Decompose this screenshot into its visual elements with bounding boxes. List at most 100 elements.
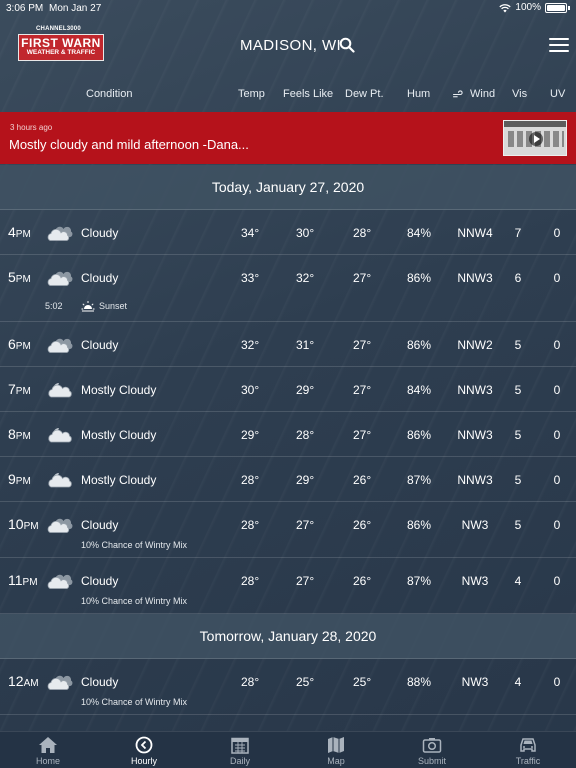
row-hour-number: 10 (8, 516, 24, 532)
row-wind: NNW3 (457, 383, 493, 397)
hourly-row[interactable]: 7PM Mostly Cloudy 30° 29° 27° 84% NNW3 5 0 (0, 367, 576, 412)
play-icon[interactable] (529, 132, 543, 146)
column-uv: UV (550, 88, 566, 100)
thumbnail-header (504, 121, 566, 127)
alert-message: Mostly cloudy and mild afternoon -Dana..… (9, 137, 249, 152)
hamburger-menu-icon[interactable] (549, 38, 569, 54)
map-icon (328, 737, 344, 753)
sunset-icon (81, 301, 95, 312)
row-condition: Cloudy (81, 226, 119, 240)
app-header: CHANNEL3000 FIRST WARN WEATHER & TRAFFIC… (0, 18, 576, 76)
row-hour-ampm: PM (23, 521, 39, 532)
row-feels-like: 29° (296, 383, 315, 397)
row-visibility: 5 (514, 428, 522, 442)
status-right: 100% (499, 2, 570, 13)
row-hour-number: 11 (8, 572, 23, 588)
wifi-icon (499, 3, 512, 12)
cloudy-icon (47, 338, 73, 353)
row-uv: 0 (553, 518, 561, 532)
tab-traffic[interactable]: Traffic (480, 732, 576, 768)
hourly-row[interactable]: 4PM Cloudy 34° 30° 28° 84% NNW4 7 0 (0, 210, 576, 255)
hourly-row[interactable]: 11PM Cloudy 28° 27° 26° 87% NW3 4 0 10% Chance of… (0, 558, 576, 614)
row-hour-ampm: PM (15, 431, 31, 442)
tab-home-label: Home (35, 756, 60, 766)
station-logo[interactable]: CHANNEL3000 FIRST WARN WEATHER & TRAFFIC (18, 26, 104, 64)
row-humidity: 84% (407, 226, 432, 240)
row-temp: 28° (241, 518, 260, 532)
video-thumbnail[interactable] (503, 120, 567, 156)
sunset-info: 5:02 Sunset (45, 301, 127, 312)
tab-home[interactable]: Home (0, 732, 96, 768)
tab-hourly[interactable]: Hourly (96, 732, 192, 768)
row-hour-number: 5 (8, 269, 16, 285)
row-wind: NNW3 (457, 428, 493, 442)
location-title[interactable]: MADISON, WI (240, 37, 341, 54)
row-condition: Mostly Cloudy (81, 473, 157, 487)
cloudy-icon (47, 574, 73, 589)
row-temp: 30° (241, 383, 260, 397)
hourly-row[interactable]: 12AM Cloudy 28° 25° 25° 88% NW3 4 0 10% Chance of… (0, 659, 576, 715)
row-hour-number: 12 (8, 673, 24, 689)
row-condition: Cloudy (81, 574, 119, 588)
search-icon[interactable] (339, 37, 355, 53)
status-date: Mon Jan 27 (49, 3, 102, 14)
tab-hourly-label: Hourly (130, 756, 157, 766)
row-humidity: 88% (407, 675, 432, 689)
day-header-today: Today, January 27, 2020 (0, 165, 576, 210)
alert-timestamp: 3 hours ago (10, 123, 53, 132)
row-hour: 11PM (8, 572, 38, 588)
row-visibility: 5 (514, 383, 522, 397)
row-hour: 7PM (8, 381, 31, 397)
row-hour-number: 8 (8, 426, 16, 442)
row-precip-note: 10% Chance of Wintry Mix (81, 596, 188, 606)
row-hour: 5PM (8, 269, 31, 285)
tab-daily[interactable]: Daily (192, 732, 288, 768)
row-humidity: 86% (407, 428, 432, 442)
row-hour-number: 6 (8, 336, 16, 352)
logo-channel: CHANNEL3000 (36, 26, 81, 32)
tab-submit[interactable]: Submit (384, 732, 480, 768)
tab-bar: Home Hourly Daily Map Submit Traffic (0, 731, 576, 768)
row-hour: 10PM (8, 516, 39, 532)
mostly-cloudy-night-icon (48, 473, 72, 488)
row-dew-point: 27° (353, 428, 372, 442)
cloudy-icon (47, 518, 73, 533)
cloudy-icon (47, 675, 73, 690)
hourly-row[interactable]: 5PM Cloudy 33° 32° 27° 86% NNW3 6 0 5:02 Sunset (0, 255, 576, 322)
mostly-cloudy-night-icon (48, 383, 72, 398)
row-uv: 0 (553, 675, 561, 689)
row-wind: NW3 (461, 574, 489, 588)
row-condition: Mostly Cloudy (81, 428, 157, 442)
row-dew-point: 26° (353, 574, 372, 588)
row-wind: NNW2 (457, 338, 493, 352)
column-feels-like: Feels Like (283, 88, 334, 100)
tab-daily-label: Daily (229, 756, 250, 766)
tab-map[interactable]: Map (288, 732, 384, 768)
row-hour-number: 4 (8, 224, 16, 240)
hourly-row[interactable]: 9PM Mostly Cloudy 28° 29° 26° 87% NNW3 5 0 (0, 457, 576, 502)
battery-icon (545, 2, 567, 13)
row-temp: 28° (241, 675, 260, 689)
car-icon (520, 738, 536, 752)
row-feels-like: 31° (296, 338, 315, 352)
mostly-cloudy-night-icon (48, 428, 72, 443)
weather-alert-banner[interactable]: 3 hours ago Mostly cloudy and mild after… (0, 112, 576, 164)
battery-cap (568, 5, 570, 10)
column-headers: Condition Temp Feels Like Dew Pt. Hum Wi… (0, 76, 576, 112)
row-precip-note: 10% Chance of Wintry Mix (81, 697, 188, 707)
hourly-row[interactable]: 8PM Mostly Cloudy 29° 28° 27° 86% NNW3 5 0 (0, 412, 576, 457)
camera-icon (422, 738, 442, 753)
hourly-row[interactable]: 10PM Cloudy 28° 27° 26° 86% NW3 5 0 10% Chance of… (0, 502, 576, 558)
row-humidity: 84% (407, 383, 432, 397)
row-hour-ampm: PM (15, 274, 31, 285)
row-uv: 0 (553, 428, 561, 442)
row-visibility: 7 (514, 226, 522, 240)
row-visibility: 4 (514, 574, 522, 588)
logo-subtitle: WEATHER & TRAFFIC (26, 49, 96, 56)
status-bar: 3:06 PM Mon Jan 27 100% (0, 0, 576, 18)
hourly-row[interactable]: 6PM Cloudy 32° 31° 27° 86% NNW2 5 0 (0, 322, 576, 367)
row-condition: Cloudy (81, 338, 119, 352)
row-temp: 29° (241, 428, 260, 442)
row-feels-like: 29° (296, 473, 315, 487)
cloudy-icon (47, 226, 73, 241)
